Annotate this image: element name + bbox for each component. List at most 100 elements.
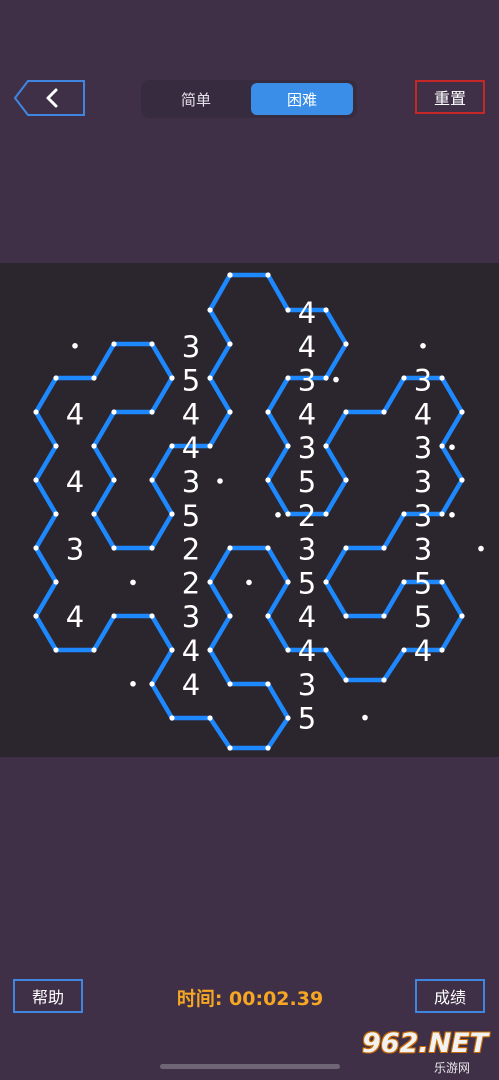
grid-dot [323,443,329,449]
watermark-subtext: 乐游网 [434,1061,471,1075]
grid-dot [149,613,155,619]
grid-dot [323,375,329,381]
puzzle-board[interactable]: 4345334444433435352332332554345444435 [0,263,499,757]
empty-cell-dot[interactable] [449,512,455,518]
grid-dot [459,477,465,483]
grid-dot [149,409,155,415]
cell-number[interactable]: 4 [182,397,200,431]
empty-cell-dot[interactable] [478,545,484,552]
cell-number[interactable]: 4 [298,330,316,364]
empty-cell-dot[interactable] [362,714,368,721]
grid-dot [33,545,39,551]
grid-dot [111,545,117,551]
tab-easy[interactable]: 简单 [145,83,247,115]
grid-dot [227,545,233,551]
grid-dot [91,647,97,653]
grid-dot [111,409,117,415]
cell-number[interactable]: 4 [182,668,200,702]
cell-number[interactable]: 4 [298,296,316,330]
cell-number[interactable]: 5 [182,364,200,398]
back-button[interactable] [14,80,85,116]
grid-dot [265,613,271,619]
solution-lines [33,272,465,751]
cell-number[interactable]: 3 [414,364,432,398]
grid-dot [207,307,213,313]
grid-dot [227,613,233,619]
cell-number[interactable]: 2 [298,499,316,533]
cell-number[interactable]: 3 [182,465,200,499]
cell-number[interactable]: 3 [182,600,200,634]
cell-number[interactable]: 5 [298,465,316,499]
grid-dot [207,579,213,585]
grid-dot [285,647,291,653]
grid-dot [227,745,233,751]
empty-cell-dot[interactable] [72,343,78,349]
grid-dot [265,681,271,687]
grid-dot [91,511,97,517]
grid-dot [439,647,445,653]
cell-number[interactable]: 3 [414,533,432,567]
reset-button[interactable]: 重置 [415,80,485,114]
grid-dot [207,715,213,721]
cell-number[interactable]: 4 [182,431,200,465]
cell-number[interactable]: 4 [66,465,84,499]
cell-number[interactable]: 3 [414,499,432,533]
grid-dot [207,443,213,449]
grid-dot [285,579,291,585]
cell-number[interactable]: 2 [182,533,200,567]
cell-number[interactable]: 5 [414,600,432,634]
cell-number[interactable]: 4 [66,397,84,431]
cell-number[interactable]: 3 [298,431,316,465]
cell-number[interactable]: 5 [414,566,432,600]
grid-dot [401,511,407,517]
cell-number[interactable]: 3 [414,431,432,465]
cell-number[interactable]: 5 [298,566,316,600]
empty-cell-dot[interactable] [130,579,136,586]
cell-number[interactable]: 3 [414,465,432,499]
grid-dot [285,715,291,721]
grid-dot [401,647,407,653]
empty-cell-dot[interactable] [420,343,426,349]
grid-dot [343,409,349,415]
cell-number[interactable]: 4 [414,397,432,431]
cell-number[interactable]: 2 [182,566,200,600]
grid-dot [381,409,387,415]
grid-dot [169,511,175,517]
cell-number[interactable]: 3 [298,533,316,567]
cell-number[interactable]: 3 [298,668,316,702]
grid-dot [33,477,39,483]
cell-number[interactable]: 3 [66,533,84,567]
puzzle-board-canvas[interactable]: 43 45 3 34 4 4 44 3 34 3 5 35 2 33 2 3 32 5 54 3 4 54 4 44 35 [0,263,499,757]
cell-number[interactable]: 5 [298,702,316,736]
grid-dot [285,511,291,517]
empty-cell-dot[interactable] [130,681,136,687]
grid-dot [169,647,175,653]
cell-number[interactable]: 3 [182,330,200,364]
home-indicator [160,1064,340,1069]
cell-number[interactable]: 4 [414,634,432,668]
empty-cell-dot[interactable] [275,512,281,518]
cell-number[interactable]: 3 [298,364,316,398]
empty-cell-dot[interactable] [449,444,455,450]
help-button[interactable]: 帮助 [13,979,83,1013]
empty-cell-dot[interactable] [217,478,223,484]
solution-loop-0 [33,272,465,751]
cell-number[interactable]: 4 [66,600,84,634]
score-button[interactable]: 成绩 [415,979,485,1013]
cell-number[interactable]: 5 [182,499,200,533]
cell-number[interactable]: 4 [298,634,316,668]
cell-number[interactable]: 4 [298,397,316,431]
cell-number[interactable]: 4 [298,600,316,634]
grid-dot [169,375,175,381]
cell-numbers: 43 45 3 34 4 4 44 3 34 3 5 35 2 33 2 3 32 5 54 3 4 54 4 44 35 [66,296,432,736]
tab-hard[interactable]: 困难 [251,83,353,115]
grid-dot [149,681,155,687]
grid-dot [323,307,329,313]
watermark-logo: 962.NET 乐游网 [362,1028,494,1075]
empty-cell-dot[interactable] [246,579,252,586]
grid-dot [53,443,59,449]
cell-number[interactable]: 4 [182,634,200,668]
grid-dot [323,511,329,517]
empty-cell-dot[interactable] [333,376,339,383]
grid-dot [53,647,59,653]
